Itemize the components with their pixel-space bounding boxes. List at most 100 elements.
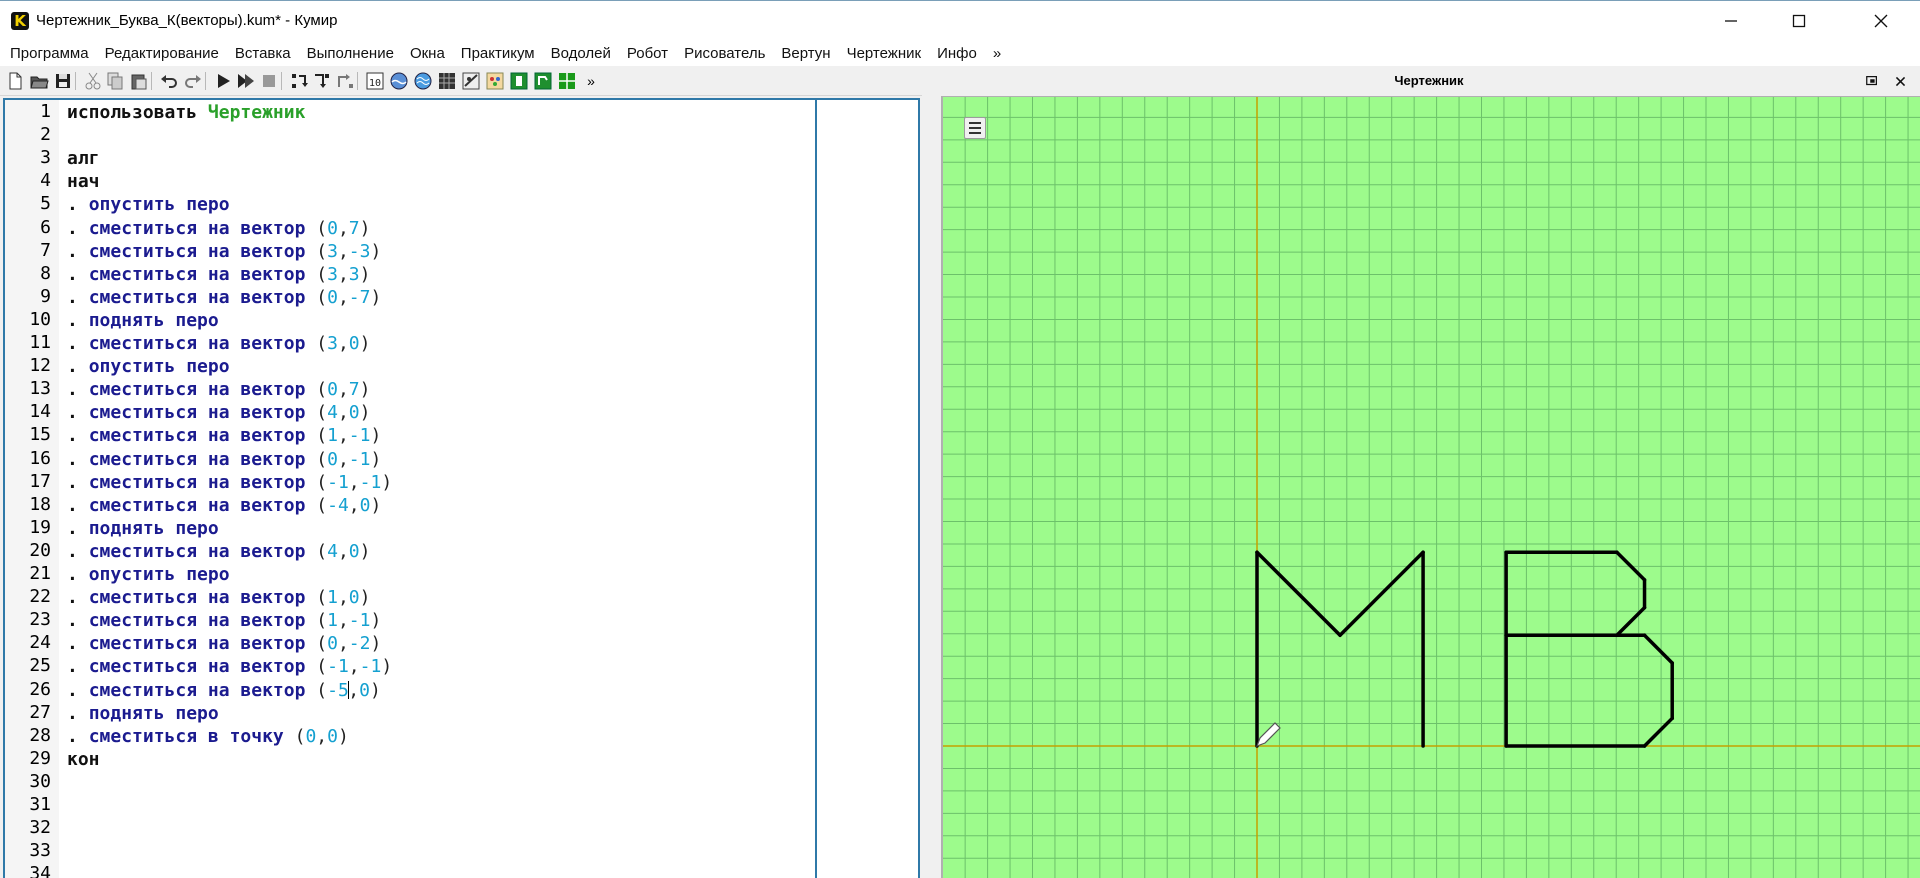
maximize-button[interactable] [1768,1,1830,41]
code-line[interactable]: нач [67,170,100,193]
code-number: 0 [348,402,360,424]
menu-item[interactable]: Водолей [551,45,620,62]
code-line[interactable]: . сместиться на вектор (4,0) [67,540,370,563]
stop-button[interactable] [258,70,280,92]
code-line[interactable]: . сместиться на вектор (1,-1) [67,609,381,632]
menu-item[interactable]: Робот [627,45,677,62]
run-steps-button[interactable] [234,70,256,92]
code-line[interactable]: . сместиться на вектор (3,0) [67,332,370,355]
code-line[interactable]: . сместиться на вектор (-5,0) [67,679,381,702]
code-line[interactable]: кон [67,748,100,771]
menu-overflow[interactable]: » [993,45,1010,62]
drawing-field [943,97,1920,878]
code-line[interactable]: . сместиться в точку (0,0) [67,725,349,748]
code-line[interactable]: . сместиться на вектор (3,3) [67,263,370,286]
menu-item[interactable]: Инфо [937,45,986,62]
water-button[interactable] [388,70,410,92]
open-folder-icon [30,76,49,89]
grid-green-button[interactable] [556,70,578,92]
line-number: 6 [40,216,51,238]
vertun-button[interactable] [508,70,530,92]
code-token: . [67,540,89,562]
menu-item[interactable]: Рисователь [684,45,774,62]
restore-panel-button[interactable] [1864,73,1880,89]
drawer-button[interactable] [532,70,554,92]
close-panel-button[interactable] [1892,73,1908,89]
drawer-canvas[interactable] [941,96,1920,878]
paste-button[interactable] [128,70,150,92]
step-over-button[interactable] [288,70,310,92]
line-number: 1 [40,101,51,122]
undo-button[interactable] [158,70,180,92]
step-out-button[interactable] [334,70,356,92]
code-token: ( [316,679,328,701]
code-line[interactable]: . сместиться на вектор (0,-1) [67,448,381,471]
line-number: 2 [40,124,51,146]
close-button[interactable] [1850,1,1912,41]
editor-margin-divider[interactable] [815,100,817,878]
line-number: 12 [29,355,51,377]
toolbar-overflow-button[interactable]: » [580,70,602,92]
code-number: -1 [359,656,382,678]
code-line[interactable]: . поднять перо [67,309,219,332]
menu-item[interactable]: Выполнение [307,45,403,62]
code-token: . [67,217,89,239]
code-line[interactable]: . сместиться на вектор (-1,-1) [67,471,392,494]
step-into-icon [315,74,329,88]
world-button[interactable] [412,70,434,92]
code-line[interactable]: . опустить перо [67,193,230,216]
line-number: 34 [29,863,51,878]
new-file-button[interactable] [4,70,26,92]
cut-button[interactable] [82,70,104,92]
menu-item[interactable]: Чертежник [847,45,931,62]
menu-item[interactable]: Окна [410,45,454,62]
code-area[interactable]: использовать Чертежник алг нач. опустить п… [63,100,818,878]
code-line[interactable]: . сместиться на вектор (0,-2) [67,632,381,655]
close-icon [1874,14,1888,28]
panel-splitter[interactable] [922,66,938,878]
menu-item[interactable]: Редактирование [105,45,228,62]
code-token: ( [316,471,328,493]
run-button[interactable] [212,70,234,92]
canvas-menu-button[interactable] [964,117,986,139]
line-number: 27 [29,701,51,723]
menu-item[interactable]: Вертун [781,45,839,62]
code-line[interactable]: . сместиться на вектор (-4,0) [67,494,381,517]
code-number: 3 [327,333,338,354]
counter-button[interactable]: 10 [364,70,386,92]
code-line[interactable]: алг [67,147,100,170]
code-token: . [67,725,89,747]
code-line[interactable]: . сместиться на вектор (0,-7) [67,286,381,309]
redo-button[interactable] [182,70,204,92]
code-line[interactable]: . сместиться на вектор (3,-3) [67,240,381,263]
code-line[interactable]: . поднять перо [67,702,219,725]
code-line[interactable]: использовать Чертежник [67,101,305,124]
open-folder-button[interactable] [28,70,50,92]
code-token: , [348,471,360,493]
grid-button[interactable] [436,70,458,92]
code-line[interactable]: . сместиться на вектор (1,-1) [67,424,381,447]
painter-button[interactable] [484,70,506,92]
code-editor[interactable]: 1 2 3 4 5 6 7 8 9 10 11 12 13 14 15 16 17 18 19 20 21 22 23 24 2… [3,98,920,878]
code-line[interactable]: . сместиться на вектор (0,7) [67,378,370,401]
code-line[interactable]: . сместиться на вектор (0,7) [67,217,370,240]
code-number: -5 [327,679,349,701]
code-line[interactable]: . опустить перо [67,355,230,378]
code-line[interactable]: . поднять перо [67,517,219,540]
menu-item[interactable]: Программа [10,45,98,62]
maximize-icon [1792,14,1806,28]
save-button[interactable] [52,70,74,92]
code-line[interactable]: . сместиться на вектор (-1,-1) [67,655,392,678]
code-token: использовать [67,102,208,123]
code-number: 0 [348,587,360,609]
code-line[interactable]: . сместиться на вектор (1,0) [67,586,370,609]
code-number: 0 [327,448,338,470]
robot-button[interactable] [460,70,482,92]
copy-button[interactable] [104,70,126,92]
code-line[interactable]: . опустить перо [67,563,230,586]
minimize-button[interactable] [1700,1,1762,41]
step-into-button[interactable] [310,70,332,92]
menu-item[interactable]: Вставка [235,45,300,62]
menu-item[interactable]: Практикум [461,45,544,62]
code-line[interactable]: . сместиться на вектор (4,0) [67,401,370,424]
